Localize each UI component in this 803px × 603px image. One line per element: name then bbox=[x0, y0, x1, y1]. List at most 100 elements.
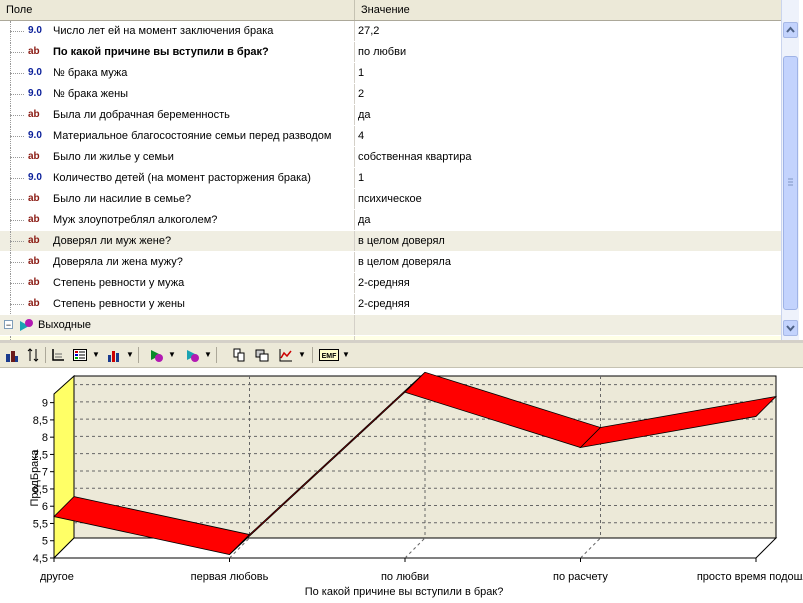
copy-button[interactable] bbox=[229, 346, 249, 364]
field-label: Была ли добрачная беременность bbox=[53, 105, 230, 125]
grid-row[interactable]: 9.0№ брака жены2 bbox=[0, 84, 781, 105]
field-cell[interactable]: abПо какой причине вы вступили в брак? bbox=[0, 42, 355, 62]
grid-row[interactable]: abСтепень ревности у мужа2-средняя bbox=[0, 273, 781, 294]
value-cell[interactable]: в целом доверял bbox=[358, 231, 778, 251]
field-label: Было ли жилье у семьи bbox=[53, 147, 174, 167]
tree-line bbox=[10, 94, 24, 96]
value-cell[interactable]: 27,2 bbox=[358, 21, 778, 41]
scroll-down-button[interactable] bbox=[783, 320, 798, 336]
grid-row[interactable]: 9.0№ брака мужа1 bbox=[0, 63, 781, 84]
grid-row[interactable]: abБыло ли насилие в семье?психическое bbox=[0, 189, 781, 210]
field-label: Количество детей (на момент расторжения … bbox=[53, 168, 311, 188]
field-label: По какой причине вы вступили в брак? bbox=[53, 42, 269, 62]
field-label: Было ли насилие в семье? bbox=[53, 189, 191, 209]
type-badge: ab bbox=[28, 252, 50, 272]
legend-button[interactable] bbox=[70, 346, 90, 364]
field-cell[interactable]: abДоверял ли муж жене? bbox=[0, 231, 355, 251]
x-tick-label: по любви bbox=[381, 571, 429, 583]
axis-button[interactable] bbox=[48, 346, 68, 364]
group-row-outputs[interactable]: − Выходные bbox=[0, 315, 781, 336]
field-cell[interactable]: 9.0Количество детей (на момент расторжен… bbox=[0, 168, 355, 188]
bar-chart-dropdown[interactable]: ▼ bbox=[126, 346, 134, 364]
series-color-2-dropdown[interactable]: ▼ bbox=[204, 346, 212, 364]
tree-line bbox=[10, 115, 24, 117]
axis-swap-icon bbox=[25, 347, 41, 363]
scroll-up-button[interactable] bbox=[783, 22, 798, 38]
value-cell[interactable]: в целом доверяла bbox=[358, 252, 778, 272]
chevron-down-icon bbox=[784, 321, 797, 335]
field-cell[interactable]: 9.0Число лет ей на момент заключения бра… bbox=[0, 21, 355, 41]
grid-row[interactable]: abСтепень ревности у жены2-средняя bbox=[0, 294, 781, 315]
series-color-button[interactable] bbox=[146, 346, 166, 364]
value-cell[interactable]: да bbox=[358, 105, 778, 125]
line-chart-button[interactable] bbox=[276, 346, 296, 364]
value-cell[interactable]: психическое bbox=[358, 189, 778, 209]
bar-chart-button[interactable] bbox=[104, 346, 124, 364]
field-label: Степень ревности у жены bbox=[53, 294, 185, 314]
type-badge: 9.0 bbox=[28, 126, 50, 146]
series-color-2-icon bbox=[184, 347, 200, 363]
y-tick-label: 8 bbox=[42, 432, 48, 444]
grid-row[interactable]: 9.0Число лет ей на момент заключения бра… bbox=[0, 21, 781, 42]
value-cell[interactable]: да bbox=[358, 210, 778, 230]
collapse-toggle[interactable]: − bbox=[4, 320, 13, 329]
field-cell[interactable]: abСтепень ревности у жены bbox=[0, 294, 355, 314]
field-cell[interactable]: abМуж злоупотреблял алкоголем? bbox=[0, 210, 355, 230]
y-tick-label: 8,5 bbox=[33, 415, 48, 427]
value-cell[interactable]: 4 bbox=[358, 126, 778, 146]
grid-row[interactable]: 9.0Материальное благосостояние семьи пер… bbox=[0, 126, 781, 147]
value-cell[interactable]: 2 bbox=[358, 84, 778, 104]
value-cell[interactable]: 2-средняя bbox=[358, 294, 778, 314]
field-cell[interactable]: abДоверяла ли жена мужу? bbox=[0, 252, 355, 272]
field-cell[interactable]: abБыло ли жилье у семьи bbox=[0, 147, 355, 167]
copy-icon bbox=[231, 347, 247, 363]
grid-row[interactable]: abПо какой причине вы вступили в брак?по… bbox=[0, 42, 781, 63]
y-tick-label: 7 bbox=[42, 467, 48, 479]
axis-swap-button[interactable] bbox=[23, 346, 43, 364]
field-value: психическое bbox=[358, 193, 422, 205]
field-label: Степень ревности у мужа bbox=[53, 273, 184, 293]
field-label: № брака мужа bbox=[53, 63, 127, 83]
toolbar-separator bbox=[45, 347, 46, 363]
line-chart-dropdown[interactable]: ▼ bbox=[298, 346, 306, 364]
tree-line bbox=[10, 73, 24, 75]
line-chart-icon bbox=[278, 347, 294, 363]
field-cell[interactable]: 9.0№ брака жены bbox=[0, 84, 355, 104]
grid-scrollbar[interactable] bbox=[781, 0, 799, 340]
grid-row[interactable]: abБыло ли жилье у семьисобственная кварт… bbox=[0, 147, 781, 168]
header-value[interactable]: Значение bbox=[355, 0, 781, 20]
chart-wizard-button[interactable] bbox=[2, 346, 22, 364]
export-emf-button[interactable]: EMF bbox=[318, 346, 340, 364]
export-emf-dropdown[interactable]: ▼ bbox=[342, 346, 350, 364]
toolbar-separator bbox=[312, 347, 313, 363]
series-color-dropdown[interactable]: ▼ bbox=[168, 346, 176, 364]
grid-row[interactable]: abДоверял ли муж жене?в целом доверял bbox=[0, 231, 781, 252]
grid-row[interactable]: abМуж злоупотреблял алкоголем?да bbox=[0, 210, 781, 231]
group-cell[interactable]: − Выходные bbox=[0, 315, 355, 335]
type-badge: 9.0 bbox=[28, 168, 50, 188]
field-cell[interactable]: abБыла ли добрачная беременность bbox=[0, 105, 355, 125]
field-cell[interactable]: abБыло ли насилие в семье? bbox=[0, 189, 355, 209]
series-color-2-button[interactable] bbox=[182, 346, 202, 364]
type-badge: ab bbox=[28, 42, 50, 62]
value-cell[interactable]: по любви bbox=[358, 42, 778, 62]
value-cell[interactable]: 1 bbox=[358, 168, 778, 188]
type-badge: ab bbox=[28, 189, 50, 209]
header-field[interactable]: Поле bbox=[0, 0, 355, 20]
scroll-thumb[interactable] bbox=[783, 56, 798, 310]
grid-row[interactable]: abДоверяла ли жена мужу?в целом доверяла bbox=[0, 252, 781, 273]
field-value: собственная квартира bbox=[358, 151, 472, 163]
grid-row[interactable]: 9.0Количество детей (на момент расторжен… bbox=[0, 168, 781, 189]
field-cell[interactable]: 9.0№ брака мужа bbox=[0, 63, 355, 83]
group-label: Выходные bbox=[38, 315, 91, 335]
value-cell[interactable]: 1 bbox=[358, 63, 778, 83]
grid-row[interactable]: abБыла ли добрачная беременностьда bbox=[0, 105, 781, 126]
paste-button[interactable] bbox=[252, 346, 272, 364]
value-cell[interactable]: собственная квартира bbox=[358, 147, 778, 167]
field-cell[interactable]: abСтепень ревности у мужа bbox=[0, 273, 355, 293]
field-cell[interactable]: 9.0Материальное благосостояние семьи пер… bbox=[0, 126, 355, 146]
value-cell[interactable]: 2-средняя bbox=[358, 273, 778, 293]
legend-dropdown[interactable]: ▼ bbox=[92, 346, 100, 364]
y-tick-label: 5 bbox=[42, 536, 48, 548]
chart-panel: 4,555,566,577,588,59другоепервая любовьп… bbox=[0, 368, 803, 600]
